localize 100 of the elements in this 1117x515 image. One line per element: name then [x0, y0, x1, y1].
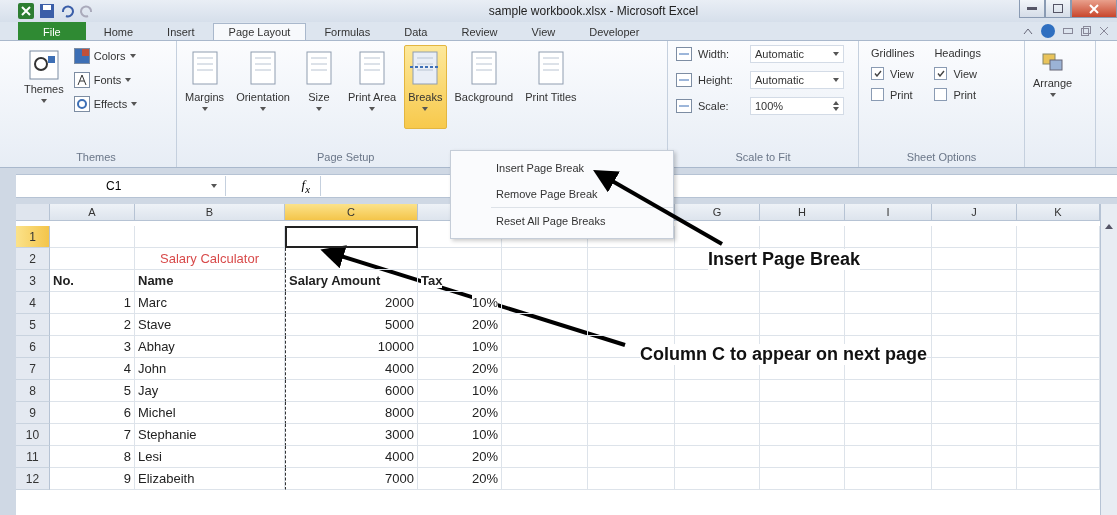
table-cell: John — [135, 358, 285, 380]
column-header[interactable]: H — [760, 204, 845, 221]
scale-dropdown[interactable]: Automatic — [750, 45, 844, 63]
checkmark-icon — [873, 70, 882, 77]
file-tab[interactable]: File — [18, 22, 86, 40]
scale-icon — [676, 99, 692, 113]
vertical-scrollbar[interactable] — [1100, 204, 1117, 515]
option-checkbox[interactable]: Print — [871, 88, 915, 101]
ribbon-tab[interactable]: Data — [388, 23, 444, 40]
table-cell: 10% — [418, 336, 502, 358]
table-cell: 5000 — [285, 314, 418, 336]
window-close-icon[interactable] — [1099, 26, 1109, 36]
save-icon[interactable] — [40, 4, 54, 18]
group-label: Sheet Options — [905, 151, 978, 165]
checkmark-icon — [936, 70, 945, 77]
table-cell: 3 — [50, 336, 135, 358]
option-heading: Headings — [934, 47, 981, 59]
minimize-icon — [1027, 6, 1037, 11]
collapse-ribbon-icon[interactable] — [1023, 27, 1033, 35]
caret-icon — [40, 99, 47, 103]
scale-dropdown[interactable]: Automatic — [750, 71, 844, 89]
themes-button[interactable]: Themes — [20, 45, 68, 129]
ribbon-tab[interactable]: Insert — [151, 23, 211, 40]
arrange-button[interactable]: Arrange — [1029, 45, 1077, 129]
caret-icon — [369, 107, 376, 111]
font-letter-icon — [73, 72, 90, 88]
table-cell: 2000 — [285, 292, 418, 314]
ribbon-button[interactable]: Margins — [181, 45, 229, 129]
row-header[interactable]: 2 — [16, 248, 50, 270]
row-header[interactable]: 5 — [16, 314, 50, 336]
column-header[interactable]: K — [1017, 204, 1100, 221]
ribbon-tab[interactable]: Review — [445, 23, 514, 40]
column-header[interactable]: I — [845, 204, 932, 221]
row-header[interactable]: 3 — [16, 270, 50, 292]
undo-icon[interactable] — [60, 4, 74, 18]
column-header[interactable]: C — [285, 204, 418, 221]
caret-icon — [129, 54, 136, 58]
table-cell: Stave — [135, 314, 285, 336]
caret-icon — [833, 78, 839, 82]
row-header[interactable]: 12 — [16, 468, 50, 490]
row-header[interactable]: 6 — [16, 336, 50, 358]
ribbon-tab[interactable]: Page Layout — [212, 23, 307, 40]
close-button[interactable] — [1071, 0, 1117, 18]
option-checkbox[interactable]: View — [871, 67, 915, 80]
name-box[interactable]: C1 — [16, 176, 226, 196]
table-cell: Stephanie — [135, 424, 285, 446]
help-icon[interactable] — [1041, 24, 1055, 38]
table-cell: 1 — [50, 292, 135, 314]
window-minimize-icon[interactable] — [1063, 28, 1073, 34]
minimize-button[interactable] — [1019, 0, 1045, 18]
window-restore-icon[interactable] — [1081, 26, 1091, 36]
theme-option-button[interactable]: Effects — [71, 95, 140, 113]
column-header[interactable]: G — [675, 204, 760, 221]
annotation-text: Insert Page Break — [708, 249, 861, 270]
option-checkbox[interactable]: Print — [934, 88, 981, 101]
ribbon-button[interactable]: Breaks — [404, 45, 447, 129]
ribbon-tab[interactable]: Formulas — [308, 23, 387, 40]
row-header[interactable]: 10 — [16, 424, 50, 446]
menu-item[interactable]: Insert Page Break — [451, 157, 673, 179]
row-header[interactable]: 8 — [16, 380, 50, 402]
ribbon-button[interactable]: Print Titles — [521, 45, 581, 129]
ribbon-tab[interactable]: Home — [87, 23, 150, 40]
column-header[interactable]: B — [135, 204, 285, 221]
row-header[interactable]: 9 — [16, 402, 50, 424]
row-header[interactable]: 11 — [16, 446, 50, 468]
table-cell: Michel — [135, 402, 285, 424]
theme-option-button[interactable]: Colors — [71, 47, 140, 65]
table-cell: 5 — [50, 380, 135, 402]
menu-item[interactable]: Reset All Page Breaks — [451, 210, 673, 232]
ribbon-tab[interactable]: View — [515, 23, 572, 40]
maximize-button[interactable] — [1045, 0, 1071, 18]
table-cell: 2 — [50, 314, 135, 336]
ribbon-tab[interactable]: Developer — [573, 23, 656, 40]
table-cell: 7 — [50, 424, 135, 446]
row-header[interactable]: 7 — [16, 358, 50, 380]
column-header[interactable]: A — [50, 204, 135, 221]
ribbon-button[interactable]: Background — [450, 45, 518, 129]
column-header[interactable]: J — [932, 204, 1017, 221]
scale-spinner[interactable]: 100% — [750, 97, 844, 115]
table-cell: 4000 — [285, 358, 418, 380]
menu-item[interactable]: Remove Page Break — [451, 183, 673, 205]
table-cell: 8000 — [285, 402, 418, 424]
ribbon-button[interactable]: Size — [297, 45, 340, 129]
ribbon-button[interactable]: Orientation — [232, 45, 294, 129]
scroll-up-icon[interactable] — [1105, 224, 1113, 229]
color-swatch-icon — [73, 48, 90, 64]
table-cell: 20% — [418, 468, 502, 490]
option-checkbox[interactable]: View — [934, 67, 981, 80]
table-cell: 10000 — [285, 336, 418, 358]
ribbon-button[interactable]: Print Area — [343, 45, 401, 129]
row-header[interactable]: 4 — [16, 292, 50, 314]
table-cell: No. — [50, 270, 135, 292]
table-cell: Salary Calculator — [135, 248, 285, 270]
field-label: Scale: — [698, 100, 730, 112]
group-label: Scale to Fit — [734, 151, 792, 165]
row-header[interactable]: 1 — [16, 226, 50, 248]
table-cell: 6000 — [285, 380, 418, 402]
theme-option-button[interactable]: Fonts — [71, 71, 140, 89]
table-cell: 20% — [418, 402, 502, 424]
caret-icon — [833, 52, 839, 56]
